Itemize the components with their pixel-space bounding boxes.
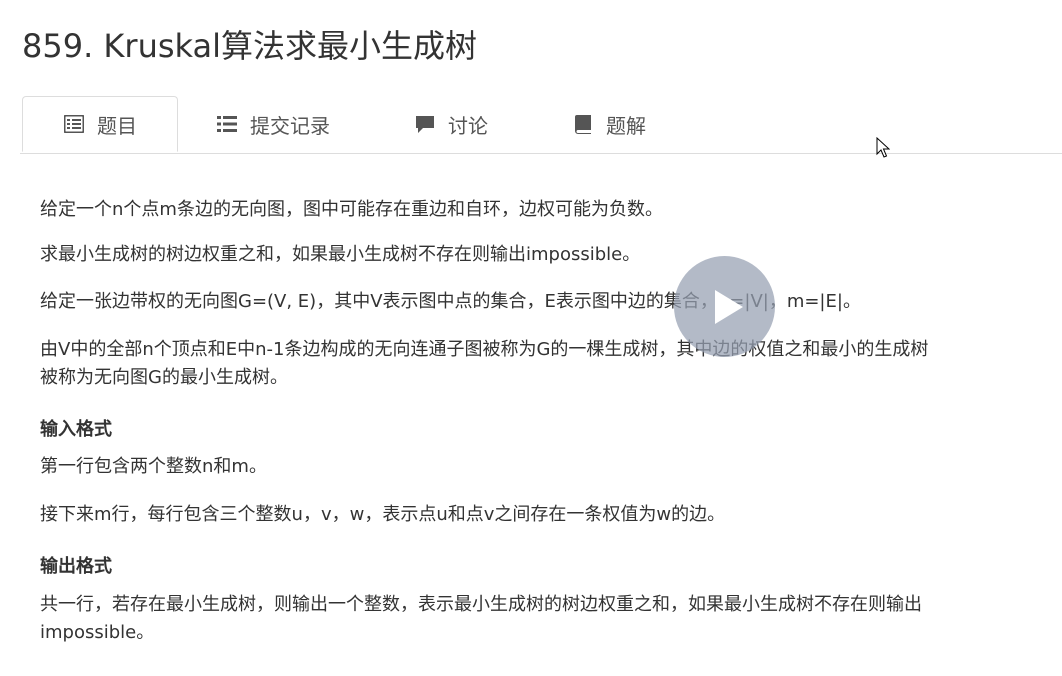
- play-icon: [715, 290, 743, 324]
- tab-label: 讨论: [448, 113, 488, 138]
- tab-label: 题目: [97, 113, 137, 138]
- book-icon: [572, 113, 594, 135]
- page-title: 859. Kruskal算法求最小生成树: [22, 27, 477, 65]
- tab-discussion[interactable]: 讨论: [414, 96, 488, 152]
- list-icon: [216, 113, 238, 135]
- description-paragraph: 给定一个n个点m条边的无向图，图中可能存在重边和自环，边权可能为负数。: [40, 199, 663, 220]
- tab-bar: 题目 提交记录 讨论 题解: [20, 96, 1062, 154]
- description-paragraph: 求最小生成树的树边权重之和，如果最小生成树不存在则输出impossible。: [40, 244, 641, 265]
- tab-problem[interactable]: 题目: [22, 96, 178, 152]
- output-format-paragraph-line: 共一行，若存在最小生成树，则输出一个整数，表示最小生成树的树边权重之和，如果最小…: [40, 594, 922, 615]
- tab-label: 题解: [606, 113, 646, 138]
- description-paragraph-line: 被称为无向图G的最小生成树。: [40, 367, 288, 388]
- input-format-paragraph: 第一行包含两个整数n和m。: [40, 456, 267, 477]
- comment-icon: [414, 113, 436, 135]
- input-format-heading: 输入格式: [40, 419, 112, 440]
- output-format-paragraph-line: impossible。: [40, 622, 155, 643]
- description-paragraph-line: 由V中的全部n个顶点和E中n-1条边构成的无向连通子图被称为G的一棵生成树，其中…: [40, 339, 929, 360]
- tab-label: 提交记录: [250, 113, 330, 138]
- mouse-cursor-icon: [876, 137, 890, 158]
- video-play-button[interactable]: [674, 256, 775, 357]
- tab-submissions[interactable]: 提交记录: [216, 96, 330, 152]
- problem-page: 859. Kruskal算法求最小生成树 题目 提交记录 讨论 题解 给定一个n…: [0, 0, 1062, 676]
- input-format-paragraph: 接下来m行，每行包含三个整数u，v，w，表示点u和点v之间存在一条权值为w的边。: [40, 504, 726, 525]
- tab-solutions[interactable]: 题解: [572, 96, 646, 152]
- output-format-heading: 输出格式: [40, 556, 112, 577]
- list-alt-icon: [63, 113, 85, 135]
